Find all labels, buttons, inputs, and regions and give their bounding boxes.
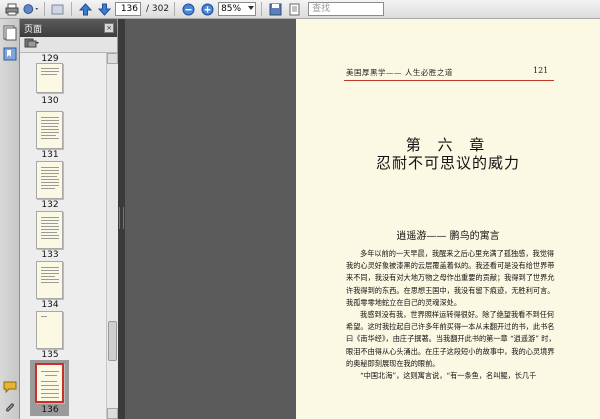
thumbnail-label: 130 — [41, 96, 59, 106]
zoom-in-icon[interactable] — [199, 2, 215, 17]
running-head: 美国厚黑学—— 人生必胜之道 — [346, 68, 453, 77]
up-arrow-icon[interactable] — [77, 2, 93, 17]
panel-title: 页面 — [24, 24, 43, 35]
zoom-select[interactable]: 85% — [218, 2, 257, 16]
scroll-down-icon[interactable] — [107, 408, 118, 419]
stamp-icon[interactable] — [23, 2, 39, 17]
thumbnail-label: 133 — [41, 250, 59, 260]
document-view: 美国厚黑学—— 人生必胜之道 121 第 六 章 忍耐不可思议的威力 逍遥游——… — [125, 19, 600, 419]
thumbnail-page[interactable] — [36, 63, 63, 93]
thumbnail-label: 136 — [41, 405, 59, 415]
fit-page-icon[interactable] — [286, 2, 302, 17]
save-icon[interactable] — [267, 2, 283, 17]
toolbar-divider — [174, 2, 176, 16]
thumbnail-page[interactable] — [36, 261, 63, 299]
back-icon[interactable] — [50, 2, 66, 17]
toolbar: 136 / 302 85% 查找 — [0, 0, 600, 19]
thumbnail-page[interactable] — [36, 111, 63, 149]
toolbar-divider — [71, 2, 72, 16]
thumbnail-page[interactable] — [36, 211, 63, 249]
thumbnail-label: 132 — [41, 200, 59, 210]
panel-splitter[interactable] — [118, 19, 125, 419]
close-icon[interactable]: × — [104, 23, 114, 33]
thumbnail-label: 131 — [41, 150, 59, 160]
paragraph: “中国北海”，这则寓言说，“有一条鱼，名叫鲲，长几千 — [360, 371, 537, 381]
page-number-input[interactable]: 136 — [115, 2, 141, 16]
bookmarks-icon[interactable] — [3, 47, 17, 61]
thumbnail-label: 135 — [41, 350, 59, 360]
pages-icon[interactable] — [3, 25, 17, 41]
zoom-value: 85% — [221, 4, 242, 14]
scroll-thumb[interactable] — [108, 321, 117, 361]
thumbnail-list: 129 130 131 132 133 134 135 136 — [20, 53, 106, 419]
paragraph: 我感到没有我，世界照样运转得很好。除了绝望我看不到任何希望。这时我拉起自己许多年… — [346, 310, 556, 368]
thumbnail-scrollbar[interactable] — [106, 53, 118, 419]
navigation-rail — [0, 19, 20, 419]
header-rule — [344, 80, 554, 81]
thumbnail-label: 134 — [41, 300, 59, 310]
pages-panel: 页面 × 129 130 131 132 133 134 135 136 — [20, 19, 118, 419]
thumbnail-page[interactable] — [36, 311, 63, 349]
comments-icon[interactable] — [3, 381, 17, 395]
section-title: 逍遥游—— 鹏鸟的寓言 — [396, 231, 500, 242]
body-text: 多年以前的一天早晨，我醒来之后心里充满了孤独感，我觉得我的心灵好象被漆黑的云层覆… — [346, 248, 558, 382]
document-page: 美国厚黑学—— 人生必胜之道 121 第 六 章 忍耐不可思议的威力 逍遥游——… — [296, 19, 600, 419]
page-number: 121 — [533, 66, 549, 75]
print-icon[interactable] — [4, 2, 20, 17]
options-icon[interactable] — [24, 38, 40, 51]
splitter-grip[interactable] — [119, 207, 124, 229]
down-arrow-icon[interactable] — [96, 2, 112, 17]
attachment-icon[interactable] — [3, 401, 17, 415]
thumbnail-page[interactable] — [36, 161, 63, 199]
thumbnail-page-current[interactable] — [35, 363, 64, 403]
toolbar-divider — [261, 2, 263, 16]
chapter-title: 忍耐不可思议的威力 — [375, 154, 520, 172]
search-input[interactable]: 查找 — [308, 2, 385, 16]
paragraph: 多年以前的一天早晨，我醒来之后心里充满了孤独感，我觉得我的心灵好象被漆黑的云层覆… — [346, 249, 555, 307]
toolbar-divider — [44, 2, 45, 16]
panel-header: 页面 × — [20, 19, 117, 37]
chevron-down-icon — [248, 6, 255, 10]
panel-options — [20, 37, 117, 53]
page-total: / 302 — [146, 4, 170, 14]
scroll-up-icon[interactable] — [107, 53, 118, 64]
zoom-out-icon[interactable] — [180, 2, 196, 17]
